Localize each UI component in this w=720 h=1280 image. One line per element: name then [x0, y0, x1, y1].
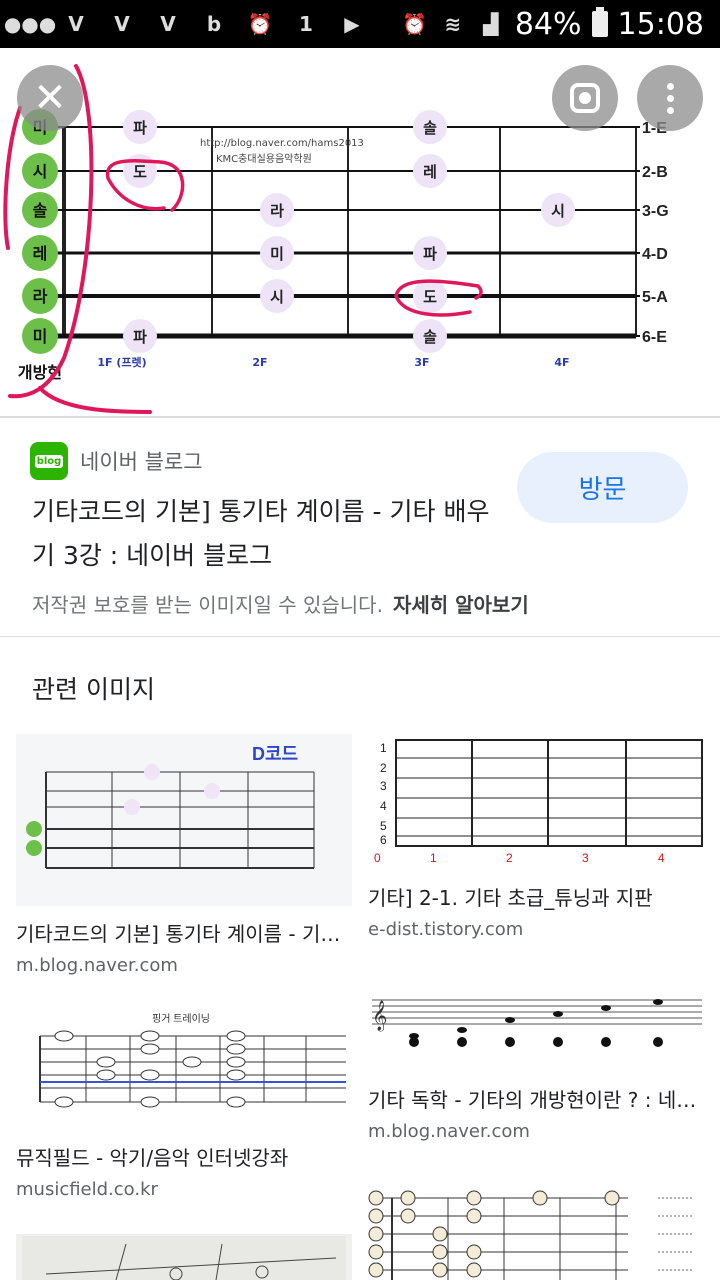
fret-label: 4F	[554, 356, 569, 369]
notification-icons: ●●● V V V b ⏰ 1 ▶	[3, 10, 366, 38]
wifi-icon: ≋	[444, 12, 462, 36]
svg-text:1: 1	[380, 741, 387, 755]
open-note-label: 솔	[33, 201, 48, 220]
svg-text:1: 1	[430, 851, 437, 865]
open-note-label: 시	[33, 162, 48, 181]
note-label: 솔	[423, 119, 437, 137]
related-thumbnail: 1 2 3 4 5 6 0 1 2 3 4	[368, 734, 704, 870]
v-plus-icon: V	[114, 12, 130, 36]
thumb-title: D코드	[252, 744, 298, 764]
result-title[interactable]: 기타코드의 기본] 통기타 계이름 - 기타 배우기 3강 : 네이버 블로그	[32, 490, 492, 578]
note-label: 시	[270, 288, 284, 306]
related-card[interactable]	[16, 1234, 352, 1280]
svg-text:4: 4	[380, 799, 387, 813]
note-label: 도	[133, 163, 147, 181]
copyright-notice: 저작권 보호를 받는 이미지일 수 있습니다. 자세히 알아보기	[32, 593, 529, 617]
open-note-label: 레	[33, 244, 48, 263]
alarm-icon: ⏰	[247, 12, 273, 36]
svg-text:2: 2	[380, 761, 387, 775]
battery-percent: 84%	[514, 6, 582, 42]
open-note-label: 미	[33, 327, 48, 346]
learn-more-link[interactable]: 자세히 알아보기	[393, 593, 529, 617]
watermark-name: KMC충대실용음악학원	[216, 153, 312, 165]
related-title: 기타 독학 - 기타의 개방현이란 ? : 네이버 블로그	[368, 1088, 704, 1112]
close-button[interactable]: ✕	[17, 65, 83, 131]
related-card[interactable]: D코드 기타코드의 기본] 통기타 계이름 - 기타 배우기 3강 m.blog…	[16, 734, 352, 976]
fret-label: 3F	[414, 356, 429, 369]
message-icon: ●●●	[3, 12, 57, 36]
note-label: 파	[133, 119, 147, 137]
youtube-icon: ▶	[344, 12, 360, 36]
svg-text:𝄞: 𝄞	[372, 1000, 387, 1032]
alarm-icon: ⏰	[402, 12, 428, 36]
note-label: 도	[423, 288, 437, 306]
svg-text:5: 5	[380, 819, 387, 833]
lens-button[interactable]	[552, 65, 618, 131]
v-icon: V	[160, 12, 176, 36]
open-note-label: 라	[33, 287, 48, 306]
related-card[interactable]	[368, 1176, 704, 1280]
blog-logo-icon: blog	[30, 442, 68, 480]
related-heading: 관련 이미지	[32, 675, 155, 704]
one-icon: 1	[299, 12, 313, 36]
related-thumbnail: 핑거 트레이닝	[16, 1010, 352, 1130]
string-name: 3-G	[642, 203, 669, 220]
related-card[interactable]: 핑거 트레이닝 뮤직필드 - 악기/음악 인터넷강좌 musicfield.co…	[16, 1010, 352, 1200]
status-bar: ●●● V V V b ⏰ 1 ▶ ⏰ ≋ ▟ 84% 15:08	[0, 0, 720, 48]
annotation-stroke	[38, 386, 152, 414]
signal-icon: ▟	[483, 12, 499, 36]
v-icon: V	[68, 12, 84, 36]
more-options-button[interactable]	[637, 65, 703, 131]
visit-button[interactable]: 방문	[517, 452, 688, 523]
fret-label: 2F	[252, 356, 267, 369]
string-name: 6-E	[642, 329, 667, 346]
related-title: 뮤직필드 - 악기/음악 인터넷강좌	[16, 1146, 289, 1170]
fret-label: 1F (프렛)	[97, 355, 146, 369]
note-label: 시	[551, 202, 565, 220]
svg-text:3: 3	[380, 779, 387, 793]
svg-text:2: 2	[506, 851, 513, 865]
source-row[interactable]: blog 네이버 블로그	[30, 442, 203, 480]
related-source: m.blog.naver.com	[16, 955, 178, 976]
watermark-url: http://blog.naver.com/hams2013	[200, 138, 364, 149]
more-vert-icon	[666, 82, 674, 114]
related-thumbnail: D코드	[16, 734, 352, 906]
note-label: 라	[270, 202, 284, 220]
lens-icon	[570, 83, 600, 113]
svg-text:0: 0	[374, 851, 381, 865]
string-name: 5-A	[642, 289, 668, 306]
note-label: 레	[423, 163, 437, 181]
thumb-title: 핑거 트레이닝	[152, 1013, 210, 1025]
related-title: 기타] 2-1. 기타 초급_튜닝과 지판	[368, 886, 653, 910]
note-label: 미	[270, 245, 284, 263]
related-source: musicfield.co.kr	[16, 1179, 158, 1200]
svg-text:4: 4	[658, 851, 665, 865]
related-source: m.blog.naver.com	[368, 1121, 530, 1142]
close-icon: ✕	[33, 75, 67, 121]
related-thumbnail	[368, 1176, 704, 1280]
related-card[interactable]: 1 2 3 4 5 6 0 1 2 3 4 기타] 2-1. 기타 초급_튜닝과…	[368, 734, 704, 940]
related-thumbnail	[16, 1234, 352, 1280]
divider	[0, 636, 720, 637]
string-name: 4-D	[642, 246, 668, 263]
svg-text:6: 6	[380, 833, 387, 847]
related-title: 기타코드의 기본] 통기타 계이름 - 기타 배우기 3강	[16, 922, 352, 946]
note-label: 솔	[423, 328, 437, 346]
related-thumbnail: 𝄞	[368, 974, 704, 1072]
note-label: 파	[133, 328, 147, 346]
clock: 15:08	[617, 6, 704, 42]
preview-image[interactable]: 1-E미2-B시3-G솔4-D레5-A라6-E미개방현1F (프렛)2F3F4F…	[0, 48, 720, 418]
note-label: 파	[423, 245, 437, 263]
source-name: 네이버 블로그	[80, 450, 203, 474]
annotation-stroke	[3, 106, 22, 250]
svg-text:3: 3	[582, 851, 589, 865]
battery-icon	[591, 7, 608, 37]
string-name: 2-B	[642, 164, 668, 181]
related-source: e-dist.tistory.com	[368, 919, 524, 940]
related-card[interactable]: 𝄞 기타 독학 - 기타의 개방현이란 ? : 네이버 블로그 m.blog.n…	[368, 974, 704, 1142]
b-icon: b	[206, 12, 222, 36]
